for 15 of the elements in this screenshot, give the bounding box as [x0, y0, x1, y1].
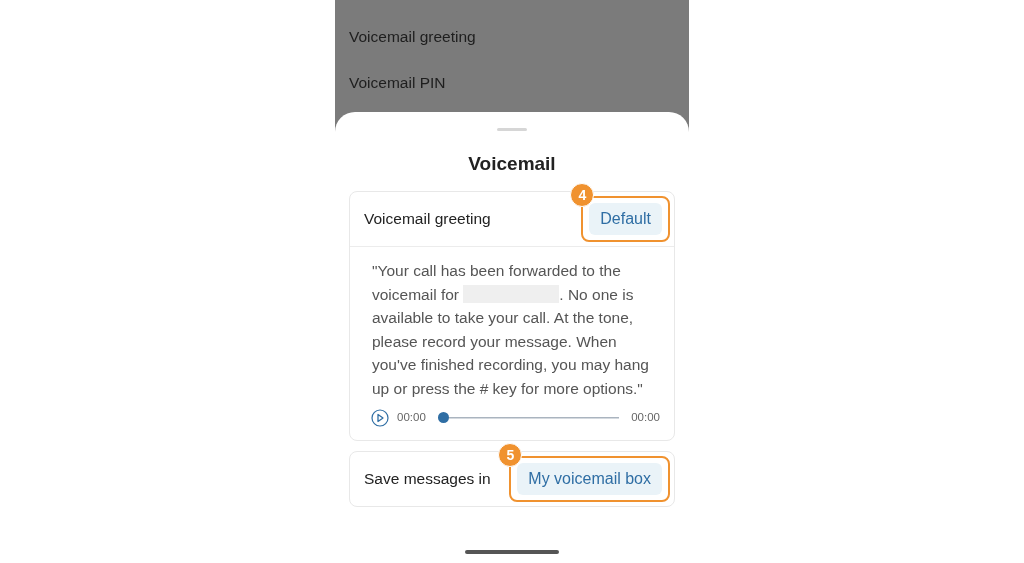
settings-item[interactable]: Voicemail PIN: [349, 74, 675, 92]
option-button[interactable]: My voicemail box: [517, 462, 662, 495]
option-button[interactable]: Default: [589, 203, 662, 235]
greeting-text: "Your call has been forwarded to the voicemail for . No one is available to take your call. At the tone, please record your message. When you've finished recording, you may hang up or press the # key for more options.": [372, 261, 650, 399]
play-icon[interactable]: [371, 408, 389, 427]
step-badge: 4: [570, 183, 595, 207]
settings-item[interactable]: Voicemail greeting: [349, 28, 675, 46]
elapsed-time: 00:00: [397, 410, 426, 425]
step-badge: 5: [498, 442, 523, 467]
duration-time: 00:00: [631, 410, 660, 425]
setting-label: Save messages in: [364, 469, 491, 488]
drag-handle[interactable]: [497, 128, 527, 131]
slider-thumb[interactable]: [437, 412, 449, 424]
sheet-title: Voicemail: [468, 153, 556, 175]
setting-label: Voicemail greeting: [364, 210, 491, 228]
